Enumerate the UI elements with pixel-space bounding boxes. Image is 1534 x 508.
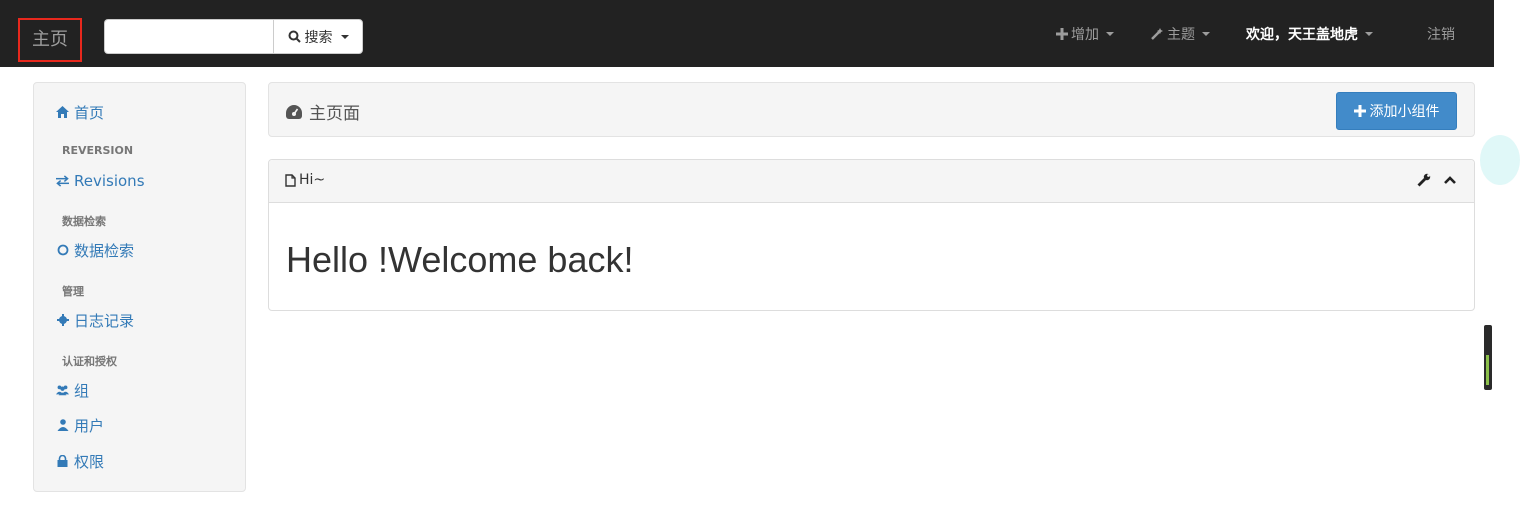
sidebar-item-label: 数据检索 [74,241,135,260]
chevron-up-icon[interactable] [1442,172,1458,188]
chevron-down-icon [340,34,349,39]
widget-tools [1416,172,1458,188]
widget-body: Hello !Welcome back! [269,203,1474,317]
add-widget-button[interactable]: 添加小组件 [1336,92,1457,130]
sidebar-item-home[interactable]: 首页 [56,100,104,124]
gear-icon [56,314,69,327]
add-menu[interactable]: 增加 [1056,0,1114,67]
logout-link[interactable]: 注销 [1427,0,1455,67]
chevron-down-icon [1202,31,1210,36]
search-button-label: 搜索 [304,29,333,46]
sidebar-heading: 认证和授权 [62,355,117,368]
theme-menu-label: 主题 [1167,26,1195,43]
page-title: 主页面 [285,99,360,124]
sidebar: 首页 REVERSION Revisions 数据检索 数据检索 管理 日志记录… [33,82,246,492]
lock-icon [56,455,69,468]
circle-icon [56,244,69,257]
user-menu[interactable]: 欢迎，天王盖地虎 [1246,0,1373,67]
search-icon [288,30,301,43]
sidebar-item-logs[interactable]: 日志记录 [56,308,134,332]
sidebar-item-label: 用户 [74,416,105,435]
sidebar-item-groups[interactable]: 组 [56,378,89,402]
widget-header: Hi~ [269,160,1474,203]
wrench-icon[interactable] [1416,172,1432,188]
users-icon [56,384,69,397]
user-icon [56,419,69,432]
search-dropdown-button[interactable]: 搜索 [273,19,363,54]
widget-panel: Hi~ Hello !Welcome back! [268,159,1475,311]
home-icon [56,106,69,119]
sidebar-item-label: 组 [74,381,90,400]
chevron-down-icon [1106,31,1114,36]
add-widget-label: 添加小组件 [1369,104,1440,120]
widget-title-text: Hi~ [299,172,326,188]
dashboard-icon [286,104,302,119]
plus-icon [1056,27,1068,40]
sidebar-item-revisions[interactable]: Revisions [56,169,145,193]
page-title-text: 主页面 [309,104,360,124]
top-navbar: 主页 搜索 增加 主题 欢迎，天王盖地虎 注销 [0,0,1494,67]
sidebar-heading: REVERSION [62,144,134,157]
add-menu-label: 增加 [1071,26,1099,43]
file-icon [285,173,296,187]
sidebar-item-data-search[interactable]: 数据检索 [56,238,134,262]
welcome-label: 欢迎，天王盖地虎 [1246,26,1358,43]
plus-icon [1353,105,1366,117]
page-header: 主页面 添加小组件 [268,82,1475,137]
floating-circle[interactable] [1480,135,1520,185]
exchange-icon [56,175,69,188]
sidebar-heading: 管理 [62,285,84,298]
sidebar-item-label: 日志记录 [74,311,135,330]
magic-wand-icon [1151,27,1163,40]
side-handle[interactable] [1484,325,1492,390]
search-input[interactable] [104,19,274,54]
sidebar-item-label: 首页 [74,103,105,122]
sidebar-item-label: 权限 [74,452,105,471]
welcome-message: Hello !Welcome back! [286,239,634,280]
sidebar-heading: 数据检索 [62,215,106,228]
logout-label: 注销 [1427,26,1455,43]
sidebar-item-users[interactable]: 用户 [56,413,104,437]
theme-menu[interactable]: 主题 [1150,0,1210,67]
sidebar-item-label: Revisions [74,172,145,190]
widget-title: Hi~ [285,172,325,188]
brand-home-link[interactable]: 主页 [18,18,82,62]
sidebar-item-permissions[interactable]: 权限 [56,449,104,473]
chevron-down-icon [1365,31,1373,36]
